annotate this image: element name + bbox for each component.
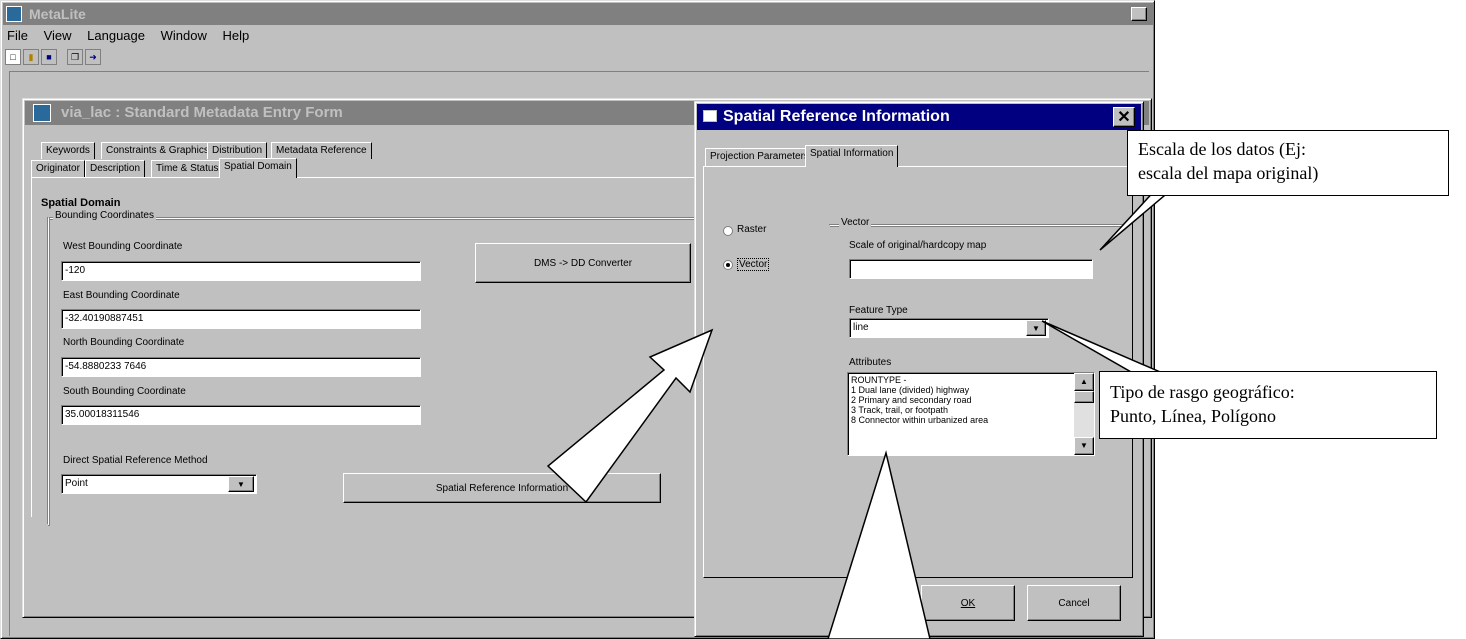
callout-pointer-attributes — [827, 450, 931, 639]
callout-scale-line2: escala del mapa original) — [1138, 163, 1319, 183]
callout-feature: Tipo de rasgo geográfico: Punto, Línea, … — [1099, 371, 1437, 439]
tab-spatial-domain[interactable]: Spatial Domain — [219, 158, 297, 178]
callout-scale-line1: Escala de los datos (Ej: — [1138, 139, 1306, 159]
tab-spatial-information[interactable]: Spatial Information — [805, 145, 899, 167]
annotation-layer — [546, 173, 1193, 639]
arrow-to-vector — [546, 328, 714, 504]
callout-feature-line1: Tipo de rasgo geográfico: — [1110, 382, 1295, 402]
callout-scale: Escala de los datos (Ej: escala del mapa… — [1127, 130, 1449, 196]
callout-feature-line2: Punto, Línea, Polígono — [1110, 406, 1276, 426]
